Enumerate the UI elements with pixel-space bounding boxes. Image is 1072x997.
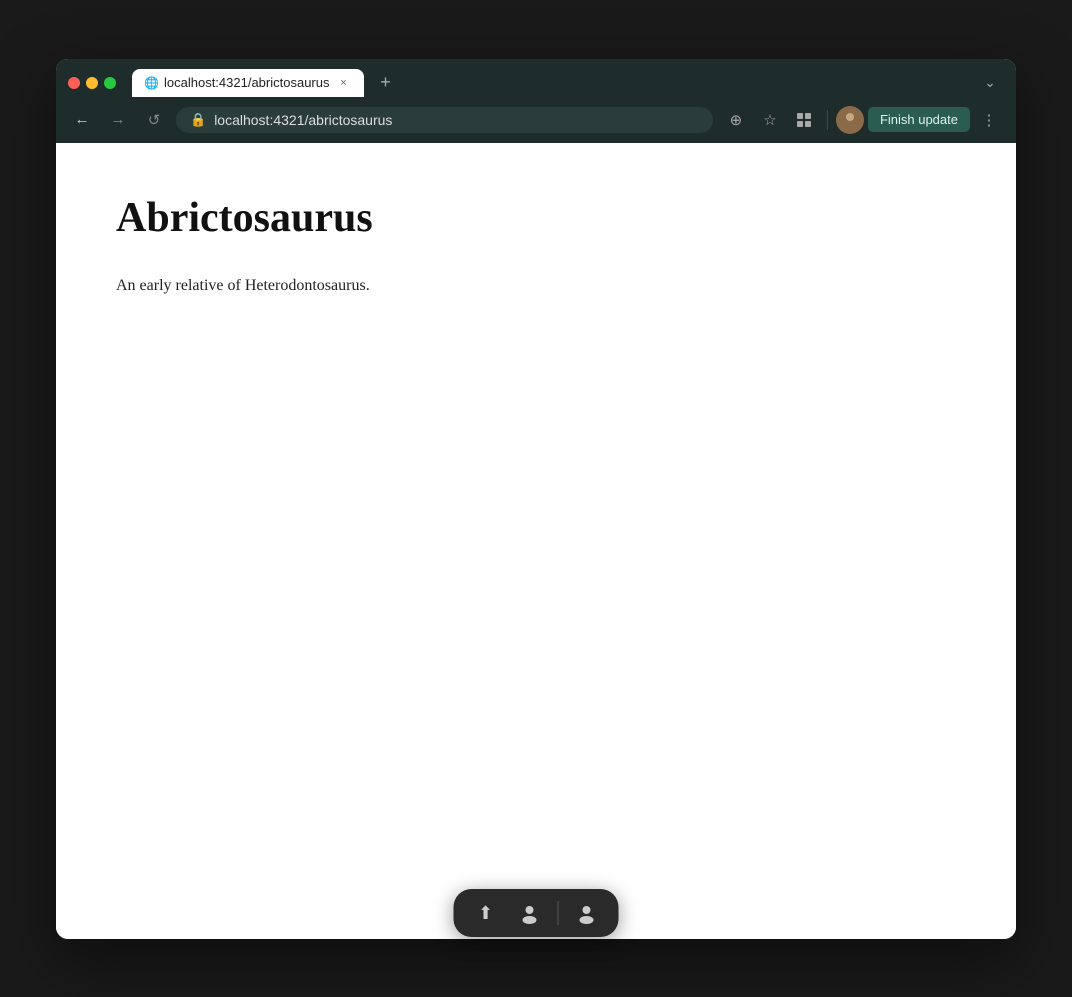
avatar-button[interactable] [836, 106, 864, 134]
browser-window: 🌐 localhost:4321/abrictosaurus × + ⌄ ← →… [56, 59, 1016, 939]
bottom-dock: ⬆ [454, 889, 619, 937]
active-tab[interactable]: 🌐 localhost:4321/abrictosaurus × [132, 69, 364, 97]
nav-separator [827, 110, 828, 130]
dock-icon-1[interactable]: ⬆ [470, 897, 502, 929]
tab-favicon-icon: 🌐 [144, 76, 158, 90]
page-title: Abrictosaurus [116, 193, 956, 243]
forward-button[interactable]: → [104, 106, 132, 134]
tab-close-button[interactable]: × [336, 75, 352, 91]
extensions-icon [796, 112, 812, 128]
nav-actions: ⊕ ☆ Finish update ⋮ [721, 105, 1004, 135]
nav-bar: ← → ↺ 🔒 localhost:4321/abrictosaurus ⊕ ☆ [56, 97, 1016, 143]
dock-person2-icon [576, 902, 598, 924]
extensions-button[interactable] [789, 105, 819, 135]
dock-person-icon [519, 902, 541, 924]
address-lock-icon: 🔒 [190, 112, 206, 128]
bottom-dock-container: ⬆ [454, 889, 619, 937]
dock-icon-3[interactable] [571, 897, 603, 929]
tab-title: localhost:4321/abrictosaurus [164, 75, 330, 90]
finish-update-button[interactable]: Finish update [868, 107, 970, 132]
address-text: localhost:4321/abrictosaurus [214, 112, 699, 128]
tab-expand-button[interactable]: ⌄ [976, 69, 1004, 97]
dock-icon-2[interactable] [514, 897, 546, 929]
traffic-lights [68, 77, 116, 89]
tab-row: 🌐 localhost:4321/abrictosaurus × + ⌄ [68, 69, 1004, 97]
avatar-icon [840, 110, 860, 130]
close-button[interactable] [68, 77, 80, 89]
reload-button[interactable]: ↺ [140, 106, 168, 134]
new-tab-button[interactable]: + [372, 69, 400, 97]
bookmark-button[interactable]: ☆ [755, 105, 785, 135]
back-button[interactable]: ← [68, 106, 96, 134]
maximize-button[interactable] [104, 77, 116, 89]
page-description: An early relative of Heterodontosaurus. [116, 273, 956, 299]
title-bar: 🌐 localhost:4321/abrictosaurus × + ⌄ [56, 59, 1016, 97]
dock-separator [558, 901, 559, 925]
minimize-button[interactable] [86, 77, 98, 89]
address-bar[interactable]: 🔒 localhost:4321/abrictosaurus [176, 107, 713, 133]
page-content: Abrictosaurus An early relative of Heter… [56, 143, 1016, 939]
more-options-button[interactable]: ⋮ [974, 105, 1004, 135]
zoom-button[interactable]: ⊕ [721, 105, 751, 135]
